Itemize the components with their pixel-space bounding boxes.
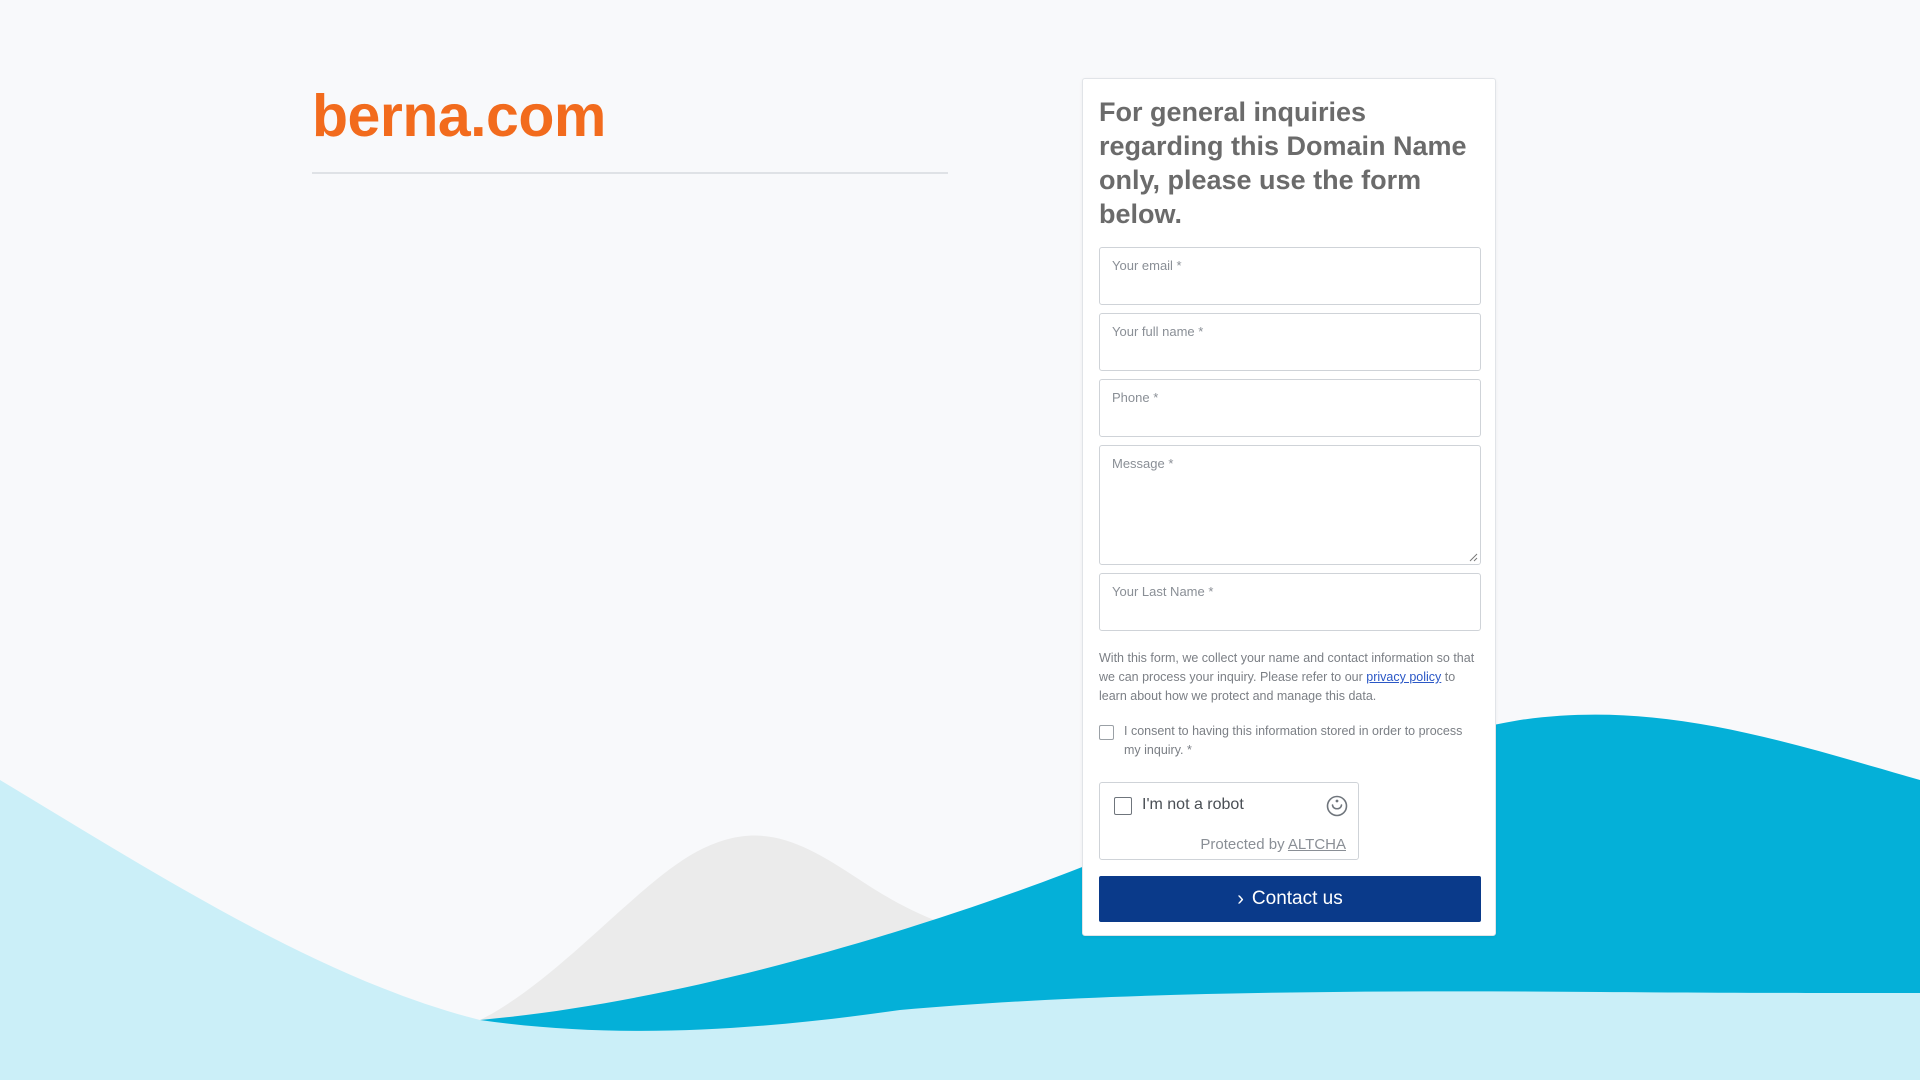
phone-input[interactable]: [1112, 406, 1468, 428]
form-heading: For general inquiries regarding this Dom…: [1099, 97, 1467, 229]
phone-field[interactable]: Phone *: [1099, 379, 1481, 437]
consent-label: I consent to having this information sto…: [1124, 724, 1463, 757]
email-field-label: Your email *: [1112, 258, 1182, 273]
captcha-label: I'm not a robot: [1142, 796, 1244, 813]
altcha-link[interactable]: ALTCHA: [1288, 836, 1346, 853]
altcha-logo-icon: [1326, 795, 1348, 817]
email-input[interactable]: [1112, 274, 1468, 296]
resize-handle-icon[interactable]: [1468, 552, 1478, 562]
brand-title: berna.com: [312, 83, 606, 149]
background-waves: [0, 714, 1920, 1080]
captcha-protected-text: Protected by: [1200, 836, 1285, 853]
brand-divider: [312, 172, 948, 174]
consent-checkbox[interactable]: [1099, 725, 1114, 740]
privacy-notice: With this form, we collect your name and…: [1099, 649, 1479, 706]
captcha-checkbox[interactable]: [1114, 797, 1132, 815]
full-name-field[interactable]: Your full name *: [1099, 313, 1481, 371]
brand-block: berna.com: [312, 80, 948, 174]
inquiry-form-card: For general inquiries regarding this Dom…: [1082, 78, 1496, 936]
email-field[interactable]: Your email *: [1099, 247, 1481, 305]
last-name-field-label: Your Last Name *: [1112, 584, 1214, 599]
full-name-input[interactable]: [1112, 340, 1468, 362]
last-name-field[interactable]: Your Last Name *: [1099, 573, 1481, 631]
phone-field-label: Phone *: [1112, 390, 1159, 405]
last-name-input[interactable]: [1112, 600, 1468, 622]
contact-us-label: Contact us: [1251, 888, 1343, 909]
captcha-widget: I'm not a robot Protected by ALTCHA: [1099, 782, 1359, 860]
message-field-label: Message *: [1112, 456, 1174, 471]
message-field[interactable]: Message *: [1099, 445, 1481, 565]
captcha-footer: Protected by ALTCHA: [1200, 836, 1346, 853]
full-name-field-label: Your full name *: [1112, 324, 1204, 339]
privacy-policy-link[interactable]: privacy policy: [1366, 670, 1441, 684]
consent-row: I consent to having this information sto…: [1099, 722, 1479, 760]
chevron-right-icon: ›: [1237, 887, 1244, 910]
contact-us-button[interactable]: › Contact us: [1099, 876, 1481, 922]
